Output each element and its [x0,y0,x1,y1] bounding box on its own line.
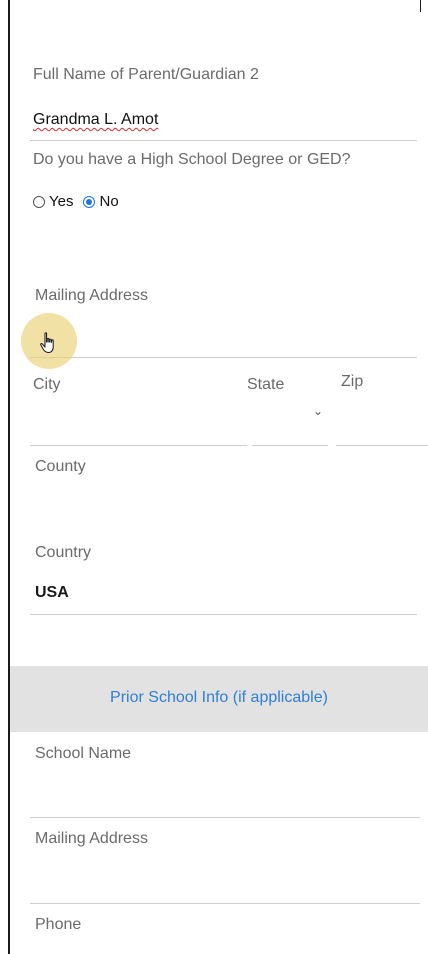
county-label: County [35,458,86,475]
ged-question-label: Do you have a High School Degree or GED? [33,151,351,168]
city-input[interactable] [30,445,247,446]
mailing-address-underline [30,357,417,358]
ged-radio-group: Yes No [33,193,119,210]
guardian2-name-underline [30,140,417,141]
ged-yes-label[interactable]: Yes [49,193,73,210]
prior-school-section-title: Prior School Info (if applicable) [110,689,328,706]
city-label: City [33,376,61,393]
mailing-address-label: Mailing Address [35,287,148,304]
state-select[interactable] [252,445,328,446]
guardian2-name-input[interactable]: Grandma L. Amot [33,111,158,129]
prior-school-mailing-address-label: Mailing Address [35,830,148,847]
country-input[interactable]: USA [35,584,69,602]
ged-yes-radio[interactable] [33,195,45,208]
ged-no-radio[interactable] [83,195,96,208]
prior-school-mailing-address-input[interactable] [30,903,420,904]
phone-label: Phone [35,916,82,933]
hand-pointer-icon [40,332,54,353]
zip-input[interactable] [336,445,428,446]
chevron-down-icon[interactable]: ⌄ [313,404,323,418]
school-name-label: School Name [35,745,132,762]
country-underline [30,614,417,615]
window-frame-left [8,0,10,954]
guardian2-name-label: Full Name of Parent/Guardian 2 [33,66,259,83]
school-name-input[interactable] [30,817,420,818]
country-label: Country [35,544,92,561]
window-frame-right [420,0,421,12]
prior-school-section-header: Prior School Info (if applicable) [10,666,428,732]
state-label: State [247,376,285,393]
ged-no-label[interactable]: No [99,193,118,210]
zip-label: Zip [341,373,364,390]
